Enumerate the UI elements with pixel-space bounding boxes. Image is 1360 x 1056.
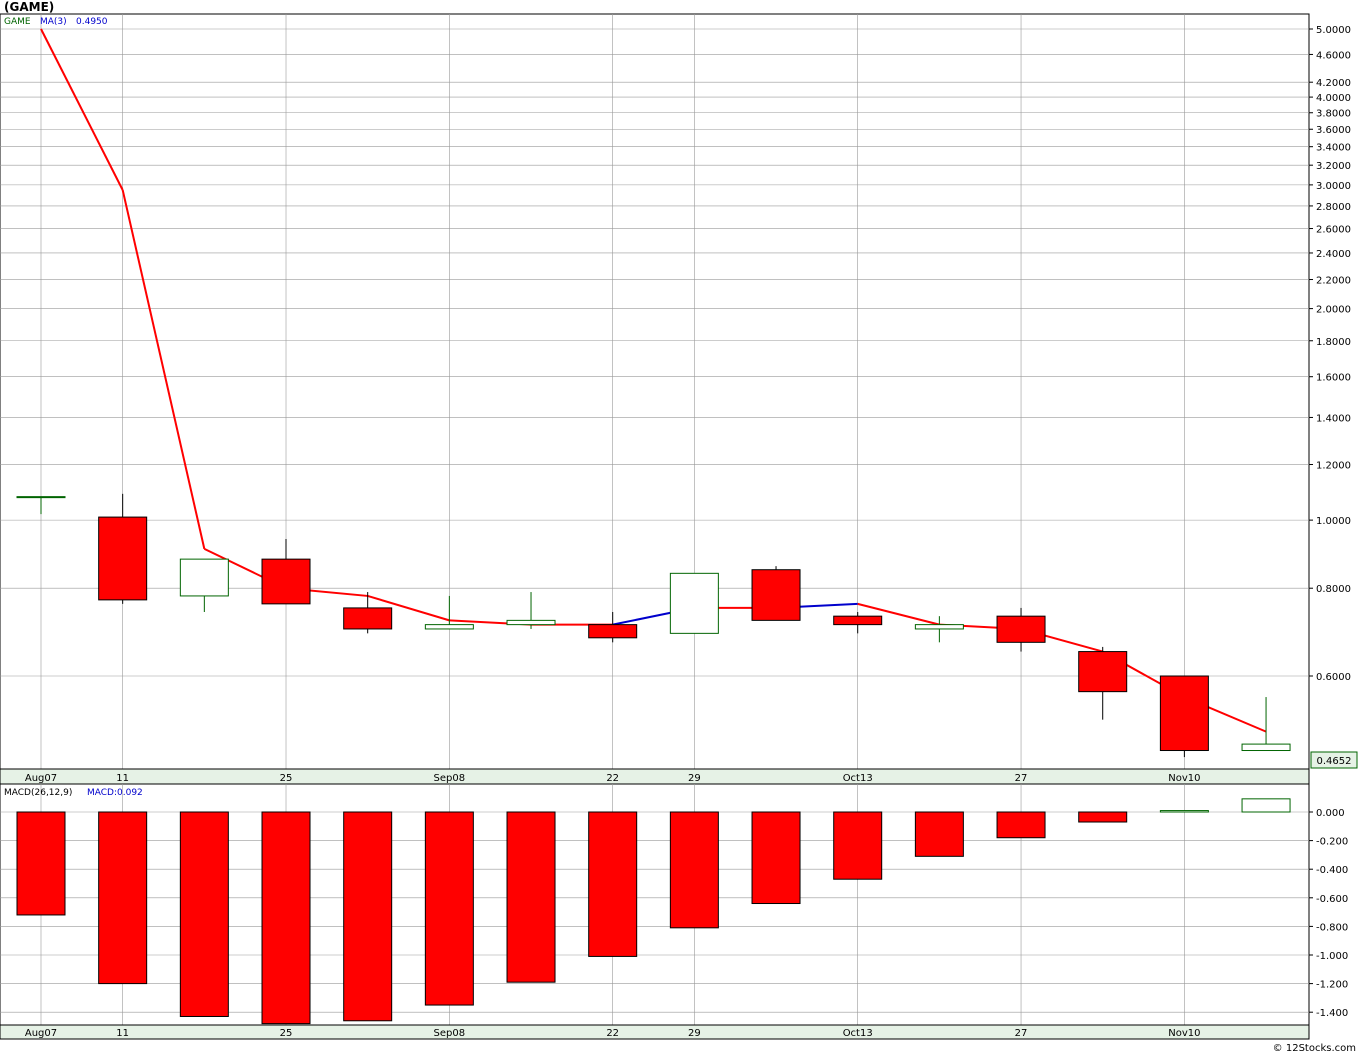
macd-tick-label: -1.000: [1316, 951, 1348, 962]
macd-bar: [914, 811, 964, 857]
candle-body: [506, 619, 556, 626]
macd-bar: [179, 811, 229, 1017]
candle-body: [996, 615, 1046, 643]
macd-tick-label: -0.200: [1316, 837, 1348, 848]
candle-body: [343, 607, 393, 630]
price-tick-label: 2.8000: [1316, 202, 1351, 213]
price-tick-label: 1.8000: [1316, 337, 1351, 348]
price-tick-label: 0.6000: [1316, 672, 1351, 683]
candle-body: [669, 572, 719, 634]
macd-tick-label: -1.200: [1316, 980, 1348, 991]
macd-tick-label: -0.600: [1316, 894, 1348, 905]
macd-bar: [16, 811, 66, 916]
macd-tick-label: -0.400: [1316, 865, 1348, 876]
x-tick-label: 22: [606, 1028, 619, 1039]
price-tick-label: 1.6000: [1316, 373, 1351, 384]
x-tick-label: 29: [688, 1028, 701, 1039]
x-tick-label: 27: [1015, 1028, 1028, 1039]
macd-panel: 0.000 -0.200 -0.400 -0.600 -0.800 -1.000 -1.20…: [0, 783, 1348, 1026]
price-tick-label: 1.0000: [1316, 516, 1351, 527]
candle-body: [1159, 675, 1209, 752]
candle-body: [261, 558, 311, 605]
macd-bar: [751, 811, 801, 905]
x-tick-label: 27: [1015, 773, 1028, 784]
x-tick-label: Aug07: [25, 1028, 57, 1039]
macd-bar: [343, 811, 393, 1022]
macd-y-axis: 0.000 -0.200 -0.400 -0.600 -0.800 -1.000 -1.20…: [1309, 808, 1348, 1019]
macd-bar: [833, 811, 883, 880]
legend-ticker: GAME: [4, 17, 31, 27]
macd-bar: [424, 811, 474, 1006]
candle-body: [588, 624, 638, 639]
x-axis-top: Aug07 11 25 Sep08 22 29 Oct13 27 Nov10: [0, 768, 1310, 785]
price-tick-label: 4.0000: [1316, 93, 1351, 104]
candle-body: [1241, 743, 1291, 752]
candle-body: [1078, 651, 1128, 693]
x-tick-label: Nov10: [1168, 773, 1200, 784]
x-tick-label: Oct13: [843, 773, 873, 784]
price-tick-label: 4.6000: [1316, 50, 1351, 61]
x-tick-label: 22: [606, 773, 619, 784]
price-tick-label: 3.6000: [1316, 125, 1351, 136]
price-tick-label: 0.8000: [1316, 584, 1351, 595]
macd-bar: [98, 811, 148, 985]
price-tick-label: 2.2000: [1316, 276, 1351, 287]
price-tick-label: 1.4000: [1316, 413, 1351, 424]
price-tick-label: 4.2000: [1316, 78, 1351, 89]
candle-body: [16, 496, 66, 499]
price-tick-label: 1.2000: [1316, 460, 1351, 471]
price-tick-label: 3.2000: [1316, 161, 1351, 172]
x-tick-label: 25: [280, 1028, 293, 1039]
candle-body: [914, 624, 964, 630]
credit-text: © 12Stocks.com: [1273, 1043, 1356, 1054]
candle-body: [98, 516, 148, 601]
legend-ma-value: 0.4950: [76, 17, 108, 27]
x-tick-label: Oct13: [843, 1028, 873, 1039]
chart-title: (GAME): [4, 0, 54, 14]
macd-bar: [1241, 798, 1291, 813]
candle-body: [751, 569, 801, 621]
legend-macd-label: MACD(26,12,9): [4, 788, 72, 798]
macd-bar: [1159, 810, 1209, 813]
price-tick-label: 2.6000: [1316, 225, 1351, 236]
price-tick-label: 2.0000: [1316, 305, 1351, 316]
candle-body: [833, 615, 883, 626]
x-tick-label: Aug07: [25, 773, 57, 784]
price-tick-label: 5.0000: [1316, 25, 1351, 36]
price-tick-label: 3.4000: [1316, 143, 1351, 154]
macd-bar: [996, 811, 1046, 839]
price-tick-label: 3.8000: [1316, 109, 1351, 120]
legend-ma-label: MA(3): [40, 17, 67, 27]
price-tick-label: 2.4000: [1316, 249, 1351, 260]
macd-bar: [669, 811, 719, 929]
x-tick-label: 29: [688, 773, 701, 784]
x-tick-label: 25: [280, 773, 293, 784]
stock-chart: (GAME) 5.0000 4.6000 4.2000 4.0000 3.8000 3.6…: [0, 0, 1358, 1054]
candle-body: [424, 624, 474, 630]
price-legend: GAME MA(3) 0.4950: [4, 17, 108, 27]
x-tick-label: 11: [116, 773, 129, 784]
macd-tick-label: 0.000: [1316, 808, 1345, 819]
x-axis-bottom: Aug07 11 25 Sep08 22 29 Oct13 27 Nov10: [0, 1024, 1310, 1040]
macd-bar: [261, 811, 311, 1025]
candle-body: [179, 558, 229, 597]
macd-bar: [588, 811, 638, 957]
macd-tick-label: -1.400: [1316, 1008, 1348, 1019]
x-tick-label: 11: [116, 1028, 129, 1039]
price-panel: 5.0000 4.6000 4.2000 4.0000 3.8000 3.6000 3.40…: [0, 13, 1358, 770]
x-tick-label: Nov10: [1168, 1028, 1200, 1039]
price-y-axis: 5.0000 4.6000 4.2000 4.0000 3.8000 3.6000 3.40…: [1309, 25, 1351, 683]
legend-macd-value: MACD:0.092: [87, 788, 143, 798]
macd-tick-label: -0.800: [1316, 922, 1348, 933]
macd-bar: [506, 811, 556, 983]
last-price-badge: 0.4652: [1310, 751, 1358, 769]
x-tick-label: Sep08: [434, 773, 466, 784]
x-tick-label: Sep08: [434, 1028, 466, 1039]
last-price-label: 0.4652: [1317, 756, 1352, 767]
macd-bar: [1078, 811, 1128, 823]
price-tick-label: 3.0000: [1316, 181, 1351, 192]
